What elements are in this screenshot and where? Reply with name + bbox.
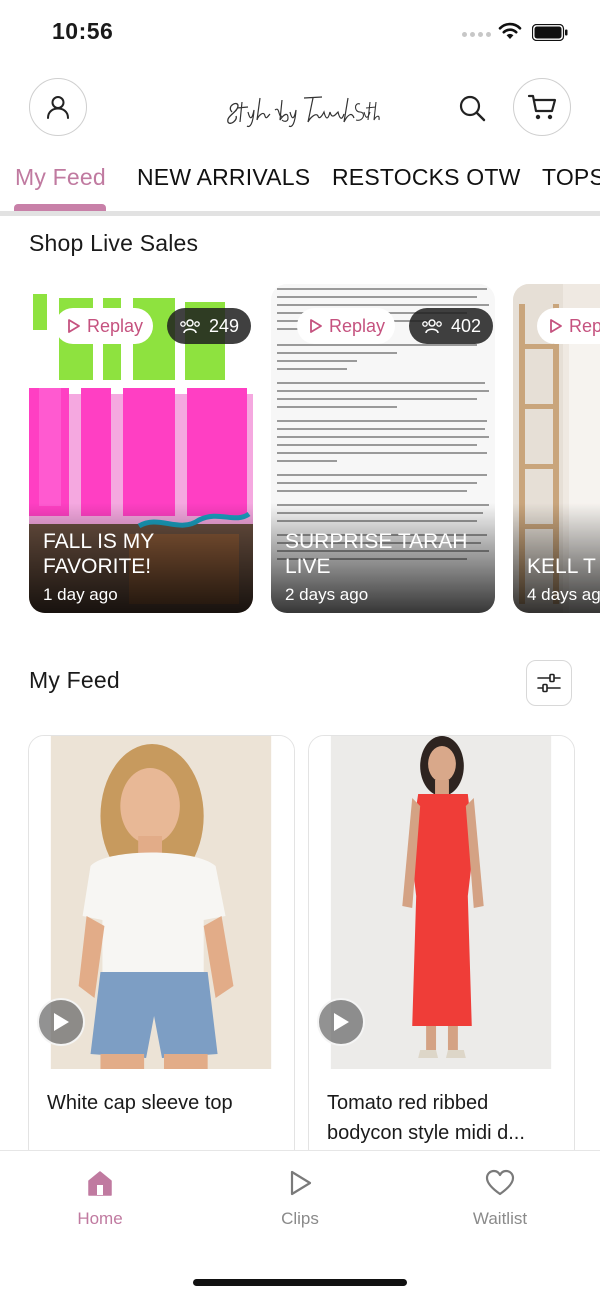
replay-badge[interactable]: Replay xyxy=(55,308,154,344)
viewers-icon xyxy=(422,319,442,334)
play-outline-icon xyxy=(68,319,80,333)
search-button[interactable] xyxy=(456,92,488,124)
play-icon xyxy=(290,1170,312,1196)
play-outline-icon xyxy=(310,319,322,333)
feed-title: My Feed xyxy=(29,667,120,693)
nav-home[interactable]: Home xyxy=(40,1169,160,1229)
home-icon xyxy=(88,1171,112,1196)
tab-my-feed[interactable]: My Feed xyxy=(15,164,106,191)
product-name: Tomato red ribbed bodycon style midi d..… xyxy=(327,1092,525,1144)
live-sale-title: FALL IS MY FAVORITE! xyxy=(43,530,154,578)
viewer-count: 402 xyxy=(451,315,482,336)
live-sale-card[interactable]: Replay KELL T 4 days ag xyxy=(513,284,600,613)
nav-waitlist-label: Waitlist xyxy=(472,1209,528,1228)
home-indicator xyxy=(193,1279,407,1286)
cart-button[interactable] xyxy=(513,78,571,136)
live-sale-card[interactable]: Replay 402 SURPRISE TARAH LIVE 2 days ag… xyxy=(271,284,495,613)
bottom-nav: Home Clips Waitlist xyxy=(0,1150,600,1299)
wifi-icon xyxy=(498,22,522,39)
live-sale-card[interactable]: Replay 249 FALL IS MY FAVORITE! 1 day ag… xyxy=(29,284,253,613)
heart-icon xyxy=(485,1169,515,1196)
live-sale-title: KELL T xyxy=(527,555,596,578)
nav-waitlist[interactable]: Waitlist xyxy=(440,1169,560,1229)
viewers-icon xyxy=(180,319,200,334)
play-icon xyxy=(334,1013,349,1031)
tab-tops[interactable]: TOPS xyxy=(542,164,600,191)
filter-button[interactable] xyxy=(526,660,572,706)
sliders-icon xyxy=(537,673,561,693)
live-sale-title: SURPRISE TARAH LIVE xyxy=(285,530,468,578)
viewer-count-badge: 249 xyxy=(167,308,252,344)
viewer-count-badge: 402 xyxy=(409,308,494,344)
nav-clips-label: Clips xyxy=(281,1209,319,1228)
user-icon xyxy=(47,96,69,119)
replay-label: Replay xyxy=(329,315,386,336)
signal-icon xyxy=(462,32,491,37)
battery-icon xyxy=(532,24,568,41)
live-sales-carousel[interactable]: Replay 249 FALL IS MY FAVORITE! 1 day ag… xyxy=(0,284,600,614)
profile-button[interactable] xyxy=(29,78,87,136)
play-icon xyxy=(54,1013,69,1031)
live-sales-title: Shop Live Sales xyxy=(29,230,199,256)
play-video-button[interactable] xyxy=(37,998,85,1046)
status-time: 10:56 xyxy=(52,18,114,44)
viewer-count: 249 xyxy=(209,315,240,336)
live-sale-time: 2 days ago xyxy=(285,585,369,604)
product-name: White cap sleeve top xyxy=(47,1092,233,1114)
cart-icon xyxy=(527,94,557,120)
nav-clips[interactable]: Clips xyxy=(240,1169,360,1229)
play-video-button[interactable] xyxy=(317,998,365,1046)
tab-new-arrivals[interactable]: NEW ARRIVALS xyxy=(137,164,310,191)
category-tabs: My Feed NEW ARRIVALS RESTOCKS OTW TOPS xyxy=(0,150,600,216)
status-bar: 10:56 xyxy=(0,0,600,66)
active-tab-indicator xyxy=(14,204,106,211)
brand-logo[interactable] xyxy=(220,90,380,130)
replay-label: Replay xyxy=(87,315,144,336)
replay-label: Replay xyxy=(569,315,600,336)
product-card[interactable]: White cap sleeve top xyxy=(28,735,295,1165)
nav-home-label: Home xyxy=(77,1209,123,1228)
live-sale-time: 1 day ago xyxy=(43,585,118,604)
replay-badge[interactable]: Replay xyxy=(537,308,600,344)
app-header xyxy=(0,66,600,150)
product-card[interactable]: Tomato red ribbed bodycon style midi d..… xyxy=(308,735,575,1165)
live-sale-time: 4 days ag xyxy=(527,585,600,604)
replay-badge[interactable]: Replay xyxy=(297,308,396,344)
tab-restocks-otw[interactable]: RESTOCKS OTW xyxy=(332,164,521,191)
play-outline-icon xyxy=(550,319,562,333)
